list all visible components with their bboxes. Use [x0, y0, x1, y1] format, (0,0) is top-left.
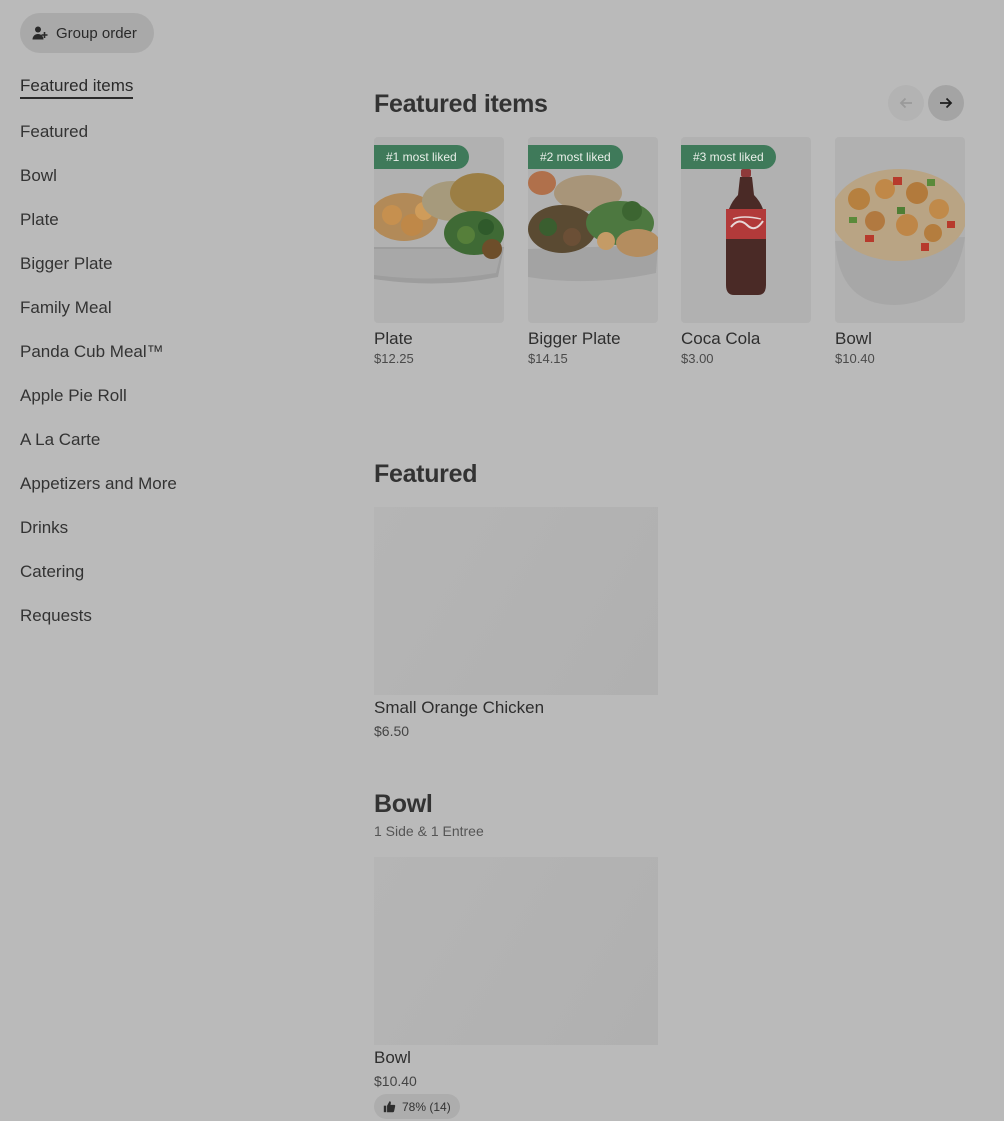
- featured-items-heading: Featured items: [374, 90, 548, 118]
- group-order-label: Group order: [56, 24, 137, 42]
- carousel-prev-button[interactable]: [888, 85, 924, 121]
- sidebar-item-requests[interactable]: Requests: [20, 604, 177, 648]
- bowl-heading: Bowl: [374, 790, 433, 818]
- featured-card-bigger-plate[interactable]: #2 most liked Bigger Plate $14.15: [528, 137, 658, 366]
- add-person-icon: [32, 26, 48, 40]
- thumbs-up-icon: [383, 1101, 396, 1113]
- item-name: Bowl: [835, 329, 872, 348]
- plate-image: #1 most liked: [374, 137, 504, 323]
- item-price: $6.50: [374, 723, 410, 739]
- sidebar-item-featured-items[interactable]: Featured items: [20, 76, 134, 99]
- item-price: $3.00: [681, 351, 714, 366]
- featured-card-bowl[interactable]: Bowl $10.40: [835, 137, 965, 366]
- coca-cola-image: #3 most liked: [681, 137, 811, 323]
- arrow-left-icon: [899, 97, 912, 109]
- featured-heading: Featured: [374, 460, 478, 488]
- small-orange-chicken-image[interactable]: [374, 507, 658, 695]
- sidebar-item-featured[interactable]: Featured: [20, 120, 177, 164]
- carousel-next-button[interactable]: [928, 85, 964, 121]
- sidebar-item-apple-pie-roll[interactable]: Apple Pie Roll: [20, 384, 177, 428]
- item-name[interactable]: Bowl: [374, 1048, 411, 1068]
- item-name: Coca Cola: [681, 329, 761, 348]
- item-price: $10.40: [835, 351, 875, 366]
- store-menu-page: Group order Featured items Featured Bowl…: [0, 0, 1004, 1121]
- most-liked-badge: #3 most liked: [681, 145, 776, 169]
- item-name: Plate: [374, 329, 413, 348]
- item-name: Bigger Plate: [528, 329, 621, 348]
- rating-badge: 78% (14): [374, 1094, 460, 1119]
- sidebar-item-plate[interactable]: Plate: [20, 208, 177, 252]
- item-price: $12.25: [374, 351, 414, 366]
- featured-card-plate[interactable]: #1 most liked Plate $12.25: [374, 137, 504, 366]
- most-liked-badge: #1 most liked: [374, 145, 469, 169]
- sidebar-item-a-la-carte[interactable]: A La Carte: [20, 428, 177, 472]
- sidebar-item-appetizers[interactable]: Appetizers and More: [20, 472, 177, 516]
- bowl-item-image[interactable]: [374, 857, 658, 1045]
- bowl-subtitle: 1 Side & 1 Entree: [374, 823, 484, 839]
- item-price: $14.15: [528, 351, 568, 366]
- sidebar-item-bowl[interactable]: Bowl: [20, 164, 177, 208]
- group-order-button[interactable]: Group order: [20, 13, 154, 53]
- sidebar-item-drinks[interactable]: Drinks: [20, 516, 177, 560]
- featured-card-coca-cola[interactable]: #3 most liked Coca Cola $3.00: [681, 137, 811, 366]
- rating-text: 78% (14): [402, 1099, 451, 1114]
- item-name[interactable]: Small Orange Chicken: [374, 698, 544, 718]
- sidebar-item-catering[interactable]: Catering: [20, 560, 177, 604]
- sidebar-item-bigger-plate[interactable]: Bigger Plate: [20, 252, 177, 296]
- most-liked-badge: #2 most liked: [528, 145, 623, 169]
- arrow-right-icon: [940, 97, 953, 109]
- bigger-plate-image: #2 most liked: [528, 137, 658, 323]
- item-price: $10.40: [374, 1073, 417, 1089]
- bowl-image: [835, 137, 965, 323]
- sidebar-nav: Featured Bowl Plate Bigger Plate Family …: [20, 120, 177, 648]
- sidebar-item-family-meal[interactable]: Family Meal: [20, 296, 177, 340]
- sidebar-item-panda-cub-meal[interactable]: Panda Cub Meal™: [20, 340, 177, 384]
